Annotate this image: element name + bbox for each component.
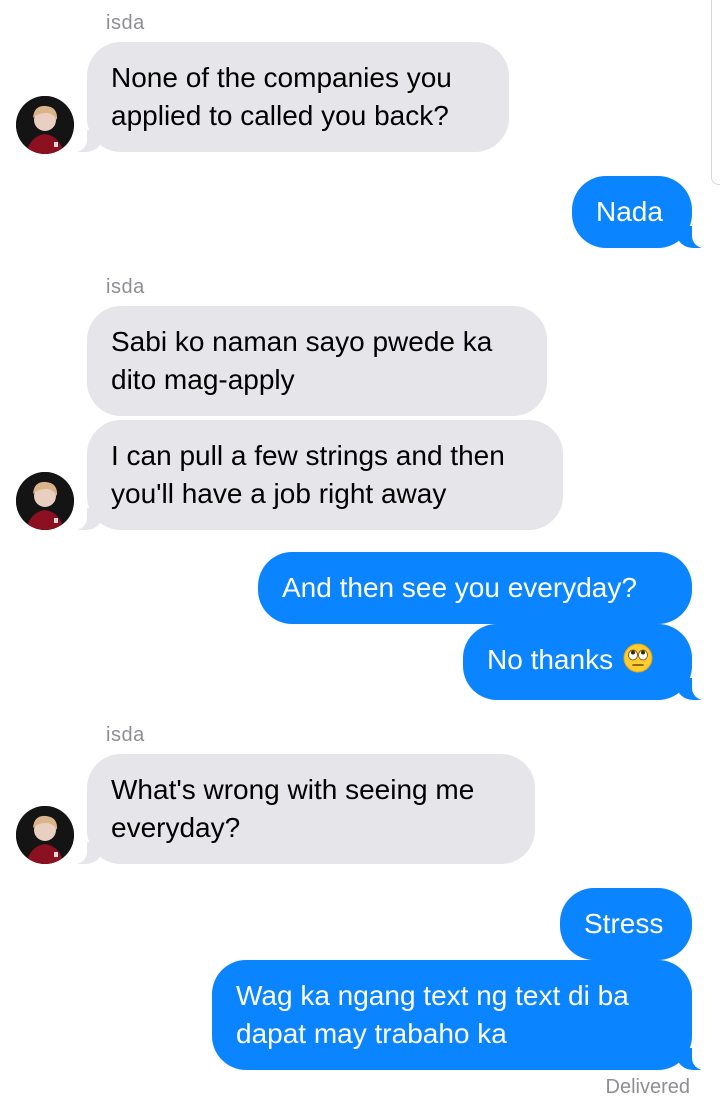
- message-bubble-outgoing[interactable]: Nada: [572, 176, 708, 248]
- message-text: No thanks: [487, 644, 614, 675]
- message-bubble-outgoing[interactable]: No thanks: [463, 624, 708, 700]
- message-text: I can pull a few strings and then you'll…: [111, 440, 505, 509]
- message-text: None of the companies you applied to cal…: [111, 62, 452, 131]
- sender-name: isda: [106, 12, 145, 34]
- message-bubble-incoming[interactable]: I can pull a few strings and then you'll…: [71, 420, 563, 530]
- message-bubble-incoming[interactable]: Sabi ko naman sayo pwede ka dito mag-app…: [87, 306, 547, 416]
- message-bubble-outgoing[interactable]: And then see you everyday?: [258, 552, 692, 624]
- face-with-rolling-eyes-icon: [623, 643, 653, 683]
- message-text: Nada: [596, 196, 663, 227]
- message-text: What's wrong with seeing me everyday?: [111, 774, 475, 843]
- message-bubble-outgoing[interactable]: Wag ka ngang text ng text di ba dapat ma…: [212, 960, 708, 1070]
- message-text: Wag ka ngang text ng text di ba dapat ma…: [236, 980, 629, 1049]
- avatar[interactable]: [16, 806, 74, 864]
- avatar[interactable]: [16, 472, 74, 530]
- sender-name: isda: [106, 276, 145, 298]
- scroll-indicator[interactable]: [711, 0, 720, 185]
- delivery-status: Delivered: [605, 1076, 690, 1098]
- message-text: And then see you everyday?: [282, 572, 637, 603]
- message-bubble-incoming[interactable]: What's wrong with seeing me everyday?: [71, 754, 535, 864]
- message-text: Stress: [584, 908, 664, 939]
- sender-name: isda: [106, 724, 145, 746]
- message-text: Sabi ko naman sayo pwede ka dito mag-app…: [111, 326, 493, 395]
- message-thread[interactable]: isda None of the companies you applied t…: [0, 0, 720, 1102]
- message-bubble-incoming[interactable]: None of the companies you applied to cal…: [71, 42, 509, 152]
- message-bubble-outgoing[interactable]: Stress: [560, 888, 692, 960]
- avatar[interactable]: [16, 96, 74, 154]
